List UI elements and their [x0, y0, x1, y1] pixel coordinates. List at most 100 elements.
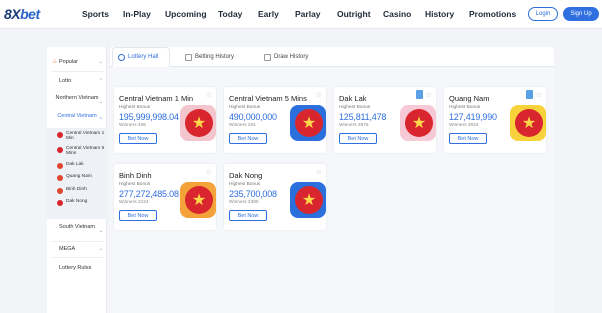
favorite-icon[interactable]: ☆: [316, 168, 322, 176]
divider: [51, 71, 103, 72]
lottery-icon: [57, 163, 63, 169]
top-navbar: 8Xbet Sports In-Play Upcoming Today Early Par…: [0, 0, 602, 29]
nav-item-early[interactable]: Early: [258, 9, 279, 19]
submenu-item[interactable]: Binh Dinh: [47, 187, 107, 199]
lottery-icon: [57, 132, 63, 138]
sidebar-item-label: Lotto: [59, 78, 72, 84]
nav-item-in-play[interactable]: In-Play: [123, 9, 151, 19]
submenu-item[interactable]: Central Vietnam 5 Mins: [47, 146, 107, 158]
lottery-card[interactable]: ★ Binh Dinh Highest Bonus 277,272,485.08 Win…: [114, 164, 216, 230]
tab-label: Lottery Hall: [128, 54, 159, 60]
star-icon: ★: [515, 109, 543, 137]
submenu-item-label: Binh Dinh: [66, 187, 87, 192]
lottery-card[interactable]: ★ Central Vietnam 1 Min Highest Bonus 195,9…: [114, 87, 216, 153]
bonus-amount: 235,700,008: [229, 189, 277, 199]
chevron-down-icon: ⌄: [98, 59, 103, 65]
highest-bonus-label: Highest Bonus: [229, 182, 261, 187]
game-name: Quang Nam: [449, 94, 490, 103]
tab-betting-history[interactable]: Betting History: [185, 47, 234, 67]
bonus-amount: 277,272,485.08: [119, 189, 179, 199]
nav-item-outright[interactable]: Outright: [337, 9, 371, 19]
divider: [51, 241, 103, 242]
winners-count: Winners 2124: [119, 200, 149, 205]
nav-item-promotions[interactable]: Promotions: [469, 9, 516, 19]
nav-item-upcoming[interactable]: Upcoming: [165, 9, 207, 19]
star-icon: ★: [405, 109, 433, 137]
lottery-icon: [57, 188, 63, 194]
lottery-card[interactable]: ★ Quang Nam Highest Bonus 127,419,990 Winner…: [444, 87, 546, 153]
fire-icon: ♨: [52, 59, 58, 65]
tab-lottery-hall[interactable]: Lottery Hall: [112, 47, 170, 67]
divider: [51, 257, 103, 258]
lottery-icon: [57, 175, 63, 181]
favorite-icon[interactable]: ☆: [426, 91, 432, 99]
sidebar-bottom-section: South Vietnam ⌄ MEGA ⌄ Lottery Rules: [47, 219, 107, 313]
lottery-card[interactable]: ★ Dak Nong Highest Bonus 235,700,008 Winners…: [224, 164, 326, 230]
nav-item-casino[interactable]: Casino: [383, 9, 411, 19]
tab-label: Betting History: [195, 54, 235, 60]
bet-now-button[interactable]: Bet Now: [339, 133, 377, 144]
winners-count: Winners 3575: [339, 123, 369, 128]
submenu-item[interactable]: Quang Nam: [47, 174, 107, 186]
sidebar-item-label: Northern Vietnam: [55, 95, 99, 101]
submenu-item-label: Central Vietnam 5 Mins: [66, 146, 105, 156]
nav-item-history[interactable]: History: [425, 9, 454, 19]
winners-count: Winners 201: [229, 123, 256, 128]
signup-button[interactable]: Sign Up: [563, 7, 599, 21]
sidebar-item-northern-vietnam[interactable]: Northern Vietnam ⌄: [47, 95, 107, 109]
highest-bonus-label: Highest Bonus: [119, 182, 151, 187]
game-name: Central Vietnam 1 Min: [119, 94, 194, 103]
chevron-down-icon: ⌄: [98, 228, 103, 234]
star-icon: ★: [185, 109, 213, 137]
tab-bar: Lottery Hall Betting History Draw Histor…: [110, 47, 554, 67]
winners-count: Winners 406: [119, 123, 146, 128]
sidebar-item-label: Popular: [59, 59, 78, 65]
submenu-item[interactable]: Dak Nong: [47, 199, 107, 211]
sidebar-item-central-vietnam[interactable]: Central Vietnam ⌃: [47, 113, 107, 127]
submenu-item-label: Dak Nong: [66, 199, 88, 204]
winners-count: Winners 3024: [449, 123, 479, 128]
highest-bonus-label: Highest Bonus: [229, 105, 261, 110]
bonus-amount: 195,999,998.04: [119, 112, 179, 122]
lottery-card[interactable]: ★ Dak Lak Highest Bonus 125,811,478 Winners …: [334, 87, 436, 153]
favorite-icon[interactable]: ☆: [206, 168, 212, 176]
logo-suffix: bet: [20, 6, 40, 22]
favorite-icon[interactable]: ☆: [316, 91, 322, 99]
winners-count: Winners 3380: [229, 200, 259, 205]
lottery-card[interactable]: ★ Central Vietnam 5 Mins Highest Bonus 490,…: [224, 87, 326, 153]
chevron-up-icon: ⌃: [98, 117, 103, 123]
chevron-down-icon: ⌄: [98, 246, 103, 252]
star-icon: ★: [295, 109, 323, 137]
logo-prefix: 8X: [4, 6, 21, 22]
bet-now-button[interactable]: Bet Now: [229, 210, 267, 221]
bonus-amount: 127,419,990: [449, 112, 497, 122]
favorite-icon[interactable]: ☆: [536, 91, 542, 99]
bonus-amount: 125,811,478: [339, 112, 387, 122]
submenu-item[interactable]: Dak Lak: [47, 162, 107, 174]
bet-now-button[interactable]: Bet Now: [449, 133, 487, 144]
bet-now-button[interactable]: Bet Now: [119, 133, 157, 144]
star-icon: ★: [185, 186, 213, 214]
bet-now-button[interactable]: Bet Now: [119, 210, 157, 221]
lottery-icon: [57, 147, 63, 153]
hot-badge-icon: [416, 90, 423, 99]
submenu-item-label: Central Vietnam 1 Min: [66, 131, 105, 141]
game-name: Central Vietnam 5 Mins: [229, 94, 307, 103]
favorite-icon[interactable]: ☆: [206, 91, 212, 99]
nav-item-parlay[interactable]: Parlay: [295, 9, 321, 19]
nav-item-today[interactable]: Today: [218, 9, 242, 19]
sidebar-item-label: Central Vietnam: [57, 113, 97, 119]
nav-item-sports[interactable]: Sports: [82, 9, 109, 19]
sidebar-item-south-vietnam[interactable]: South Vietnam ⌄: [47, 224, 107, 238]
star-icon: ★: [295, 186, 323, 214]
sidebar-item-label: Lottery Rules: [59, 265, 92, 271]
tab-label: Draw History: [274, 54, 309, 60]
lottery-icon: [57, 200, 63, 206]
tab-draw-history[interactable]: Draw History: [264, 47, 308, 67]
highest-bonus-label: Highest Bonus: [339, 105, 371, 110]
bet-now-button[interactable]: Bet Now: [229, 133, 267, 144]
submenu-item[interactable]: Central Vietnam 1 Min: [47, 131, 107, 143]
login-button[interactable]: Login: [528, 7, 558, 21]
brand-logo[interactable]: 8Xbet: [4, 6, 40, 22]
sidebar-item-label: South Vietnam: [59, 224, 95, 230]
